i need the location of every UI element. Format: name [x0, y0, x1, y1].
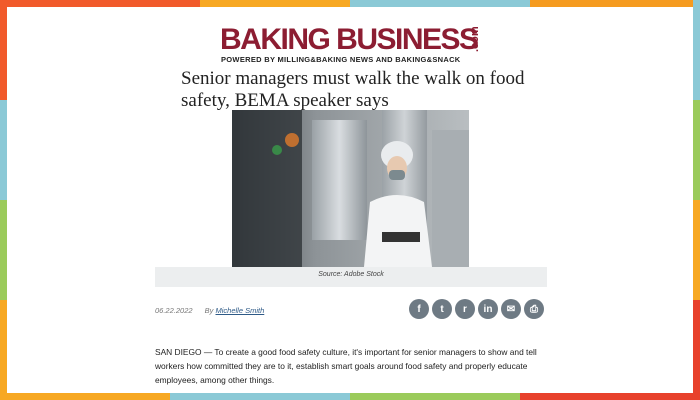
publish-date: 06.22.2022 — [155, 306, 193, 315]
linkedin-share-button[interactable]: in — [478, 299, 498, 319]
article-headline: Senior managers must walk the walk on fo… — [181, 68, 525, 111]
reddit-share-button[interactable]: r — [455, 299, 475, 319]
email-icon: ✉ — [506, 303, 516, 315]
linkedin-icon: in — [483, 303, 493, 315]
photo-caption: Source: Adobe Stock — [318, 271, 384, 278]
photo-caption-bar: Source: Adobe Stock — [155, 267, 547, 287]
print-icon: ⎙ — [530, 303, 538, 315]
reddit-icon: r — [463, 303, 467, 315]
facebook-share-button[interactable]: f — [409, 299, 429, 319]
facebook-icon: f — [417, 303, 421, 315]
twitter-share-button[interactable]: t — [432, 299, 452, 319]
site-logo[interactable]: BAKING BUSINESS .com POWERED BY MILLING&… — [220, 24, 485, 66]
logo-tagline: POWERED BY MILLING&BAKING NEWS AND BAKIN… — [221, 55, 461, 64]
print-button[interactable]: ⎙ — [524, 299, 544, 319]
twitter-icon: t — [440, 303, 444, 315]
byline-label: By — [204, 306, 214, 315]
author-link[interactable]: Michelle Smith — [216, 306, 265, 315]
email-share-button[interactable]: ✉ — [501, 299, 521, 319]
article-photo — [232, 110, 469, 267]
logo-dotcom: .com — [469, 26, 481, 52]
article-body: SAN DIEGO — To create a good food safety… — [155, 347, 537, 385]
logo-wordmark: BAKING BUSINESS — [220, 23, 479, 56]
article-meta: 06.22.2022 By Michelle Smith — [155, 306, 264, 315]
share-toolbar: f t r in ✉ ⎙ — [409, 299, 544, 319]
